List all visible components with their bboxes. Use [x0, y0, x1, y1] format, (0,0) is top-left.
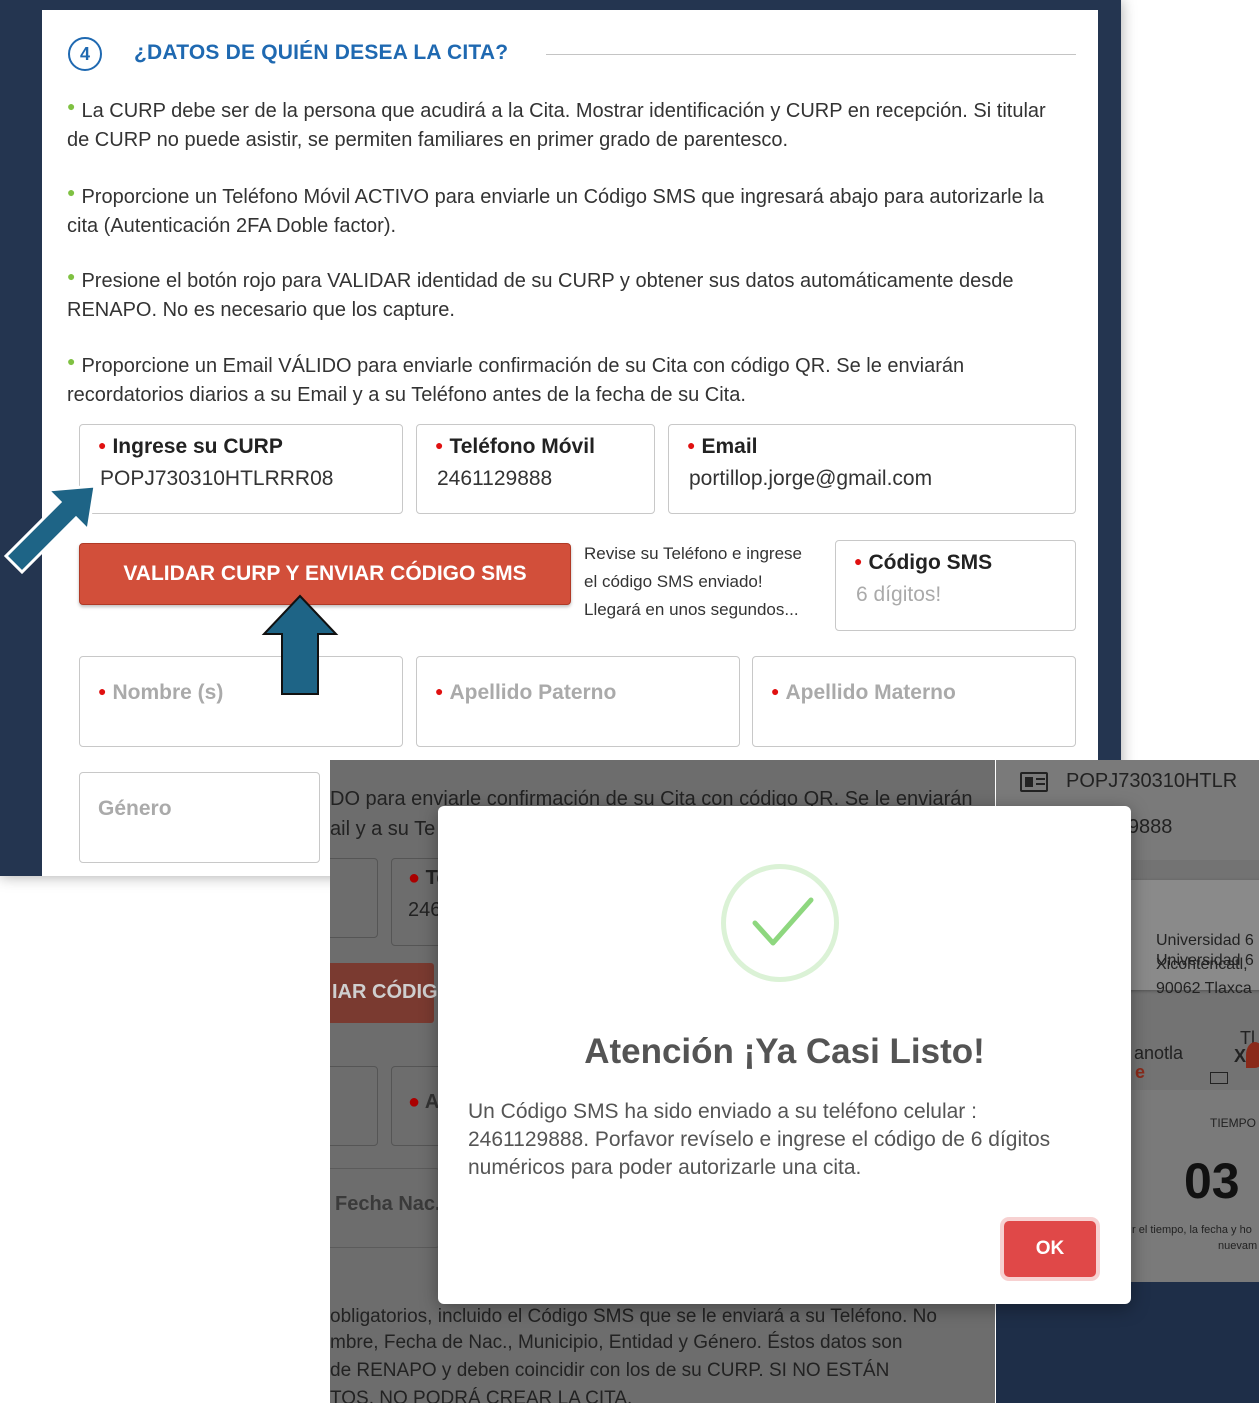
apellido-materno-label: Apellido Materno — [785, 681, 956, 704]
required-dot-icon: ● — [408, 867, 426, 889]
address-line2: Xicohtencatl, — [1156, 956, 1248, 973]
required-dot-icon: ● — [854, 553, 863, 569]
map-pin-icon — [1246, 1042, 1259, 1068]
bg-fecha-field: Fecha Nac. — [330, 1168, 441, 1248]
email-field[interactable]: ● Email portillop.jorge@gmail.com — [668, 424, 1076, 514]
instruction-email: ● Proporcione un Email VÁLIDO para enviar… — [67, 353, 965, 406]
required-dot-icon: ● — [771, 683, 780, 699]
curp-value[interactable]: POPJ730310HTLRRR08 — [100, 467, 333, 491]
bullet-icon: ● — [67, 98, 76, 114]
section-title: ¿DATOS DE QUIÉN DESEA LA CITA? — [134, 41, 509, 64]
timer-note-line2: nuevam — [1218, 1240, 1258, 1252]
dialog-title: Atención ¡Ya Casi Listo! — [584, 1032, 985, 1071]
sms-code-placeholder[interactable]: 6 dígitos! — [856, 583, 941, 607]
timer-value: 03 — [1184, 1153, 1240, 1209]
map-label-e: e — [1135, 1062, 1146, 1082]
dialog-message: Un Código SMS ha sido enviado a su teléf… — [468, 1100, 1051, 1179]
bg-phone-value: 246 — [408, 899, 442, 921]
curp-field[interactable]: ● Ingrese su CURP POPJ730310HTLRRR08 — [79, 424, 403, 514]
apellido-materno-field[interactable]: ● Apellido Materno — [752, 656, 1076, 747]
bullet-icon: ● — [67, 268, 76, 284]
genero-field[interactable]: Género — [79, 772, 320, 863]
bg-bottom-line3: de RENAPO y deben coincidir con los de s… — [330, 1360, 890, 1381]
bg-bottom-line2: mbre, Fecha de Nac., Municipio, Entidad … — [330, 1332, 903, 1353]
sms-code-field[interactable]: ● Código SMS 6 dígitos! — [835, 540, 1076, 631]
keyboard-icon — [1210, 1072, 1228, 1084]
check-circle-icon — [721, 864, 839, 982]
bg-text-line2: ail y a su Te — [330, 818, 436, 840]
id-card-icon — [1020, 772, 1048, 792]
bg-bottom-line1: obligatorios, incluido el Código SMS que… — [330, 1306, 937, 1327]
sms-code-label: Código SMS — [868, 551, 993, 574]
curp-label: Ingrese su CURP — [112, 435, 283, 458]
apellido-paterno-label: Apellido Paterno — [449, 681, 617, 704]
apellido-paterno-field[interactable]: ● Apellido Paterno — [416, 656, 740, 747]
required-dot-icon: ● — [435, 683, 444, 699]
instruction-phone: ● Proporcione un Teléfono Móvil ACTIVO pa… — [67, 184, 1044, 237]
required-dot-icon: ● — [98, 683, 107, 699]
instruction-validate: ● Presione el botón rojo para VALIDAR ide… — [67, 268, 1014, 321]
up-arrow-icon — [261, 594, 339, 695]
bullet-icon: ● — [67, 184, 76, 200]
required-dot-icon: ● — [98, 437, 107, 453]
genero-label: Género — [98, 797, 172, 820]
bg-field — [330, 858, 378, 938]
step-number-badge: 4 — [68, 37, 102, 71]
instruction-curp: ● La CURP debe ser de la persona que acud… — [67, 98, 1046, 151]
phone-field[interactable]: ● Teléfono Móvil 2461129888 — [416, 424, 655, 514]
success-dialog: Atención ¡Ya Casi Listo! Un Código SMS h… — [438, 806, 1131, 1304]
required-dot-icon: ● — [687, 437, 696, 453]
required-dot-icon: ● — [435, 437, 444, 453]
phone-value[interactable]: 2461129888 — [437, 467, 552, 491]
form-content: 4 ¿DATOS DE QUIÉN DESEA LA CITA? ● La CUR… — [42, 10, 1098, 876]
bg-field — [330, 1066, 378, 1146]
nombre-label: Nombre (s) — [112, 681, 224, 704]
bg-validate-button: IAR CÓDIGO — [330, 963, 453, 1023]
bullet-icon: ● — [67, 353, 76, 369]
phone-label: Teléfono Móvil — [449, 435, 595, 458]
address-line3: 90062 Tlaxca — [1156, 980, 1252, 997]
section-header: 4 ¿DATOS DE QUIÉN DESEA LA CITA? — [68, 37, 1076, 73]
email-value[interactable]: portillop.jorge@gmail.com — [689, 467, 932, 491]
diagonal-arrow-icon — [3, 484, 97, 575]
required-dot-icon: ● — [408, 1091, 425, 1113]
map-label-anotla: anotla — [1134, 1043, 1184, 1063]
bg-bottom-line4: TOS, NO PODRÁ CREAR LA CITA. — [330, 1388, 633, 1403]
email-label: Email — [701, 435, 758, 458]
timer-label: TIEMPO — [1210, 1116, 1257, 1130]
ok-button[interactable]: OK — [1004, 1221, 1096, 1277]
sms-hint-text: Revise su Teléfono e ingrese el código S… — [584, 544, 802, 619]
timer-note-line1: r el tiempo, la fecha y ho — [1132, 1224, 1252, 1236]
check-icon — [752, 897, 814, 946]
form-window: 4 ¿DATOS DE QUIÉN DESEA LA CITA? ● La CUR… — [0, 0, 1121, 876]
section-divider — [546, 54, 1076, 55]
address-line1-visible: Universidad 6 — [1156, 932, 1254, 949]
side-curp-fragment: POPJ730310HTLR — [1066, 770, 1238, 792]
map-label-x: X — [1234, 1046, 1247, 1066]
nombre-field[interactable]: ● Nombre (s) — [79, 656, 403, 747]
